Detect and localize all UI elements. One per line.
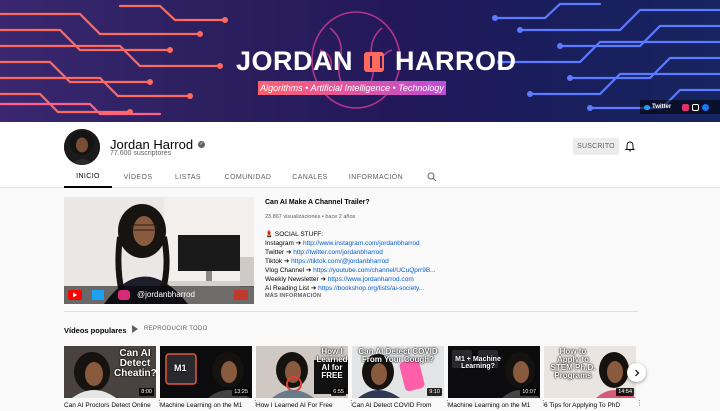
- featured-description-heading: 💄 SOCIAL STUFF:: [265, 230, 485, 238]
- desc-line-label: AI Reading List ➔: [265, 285, 319, 292]
- desc-line-label: Vlog Channel ➔: [265, 267, 314, 274]
- desc-line-instagram: Instagram ➔ http://www.instagram.com/jor…: [265, 239, 485, 247]
- desc-line-label: Weekly Newsletter ➔: [265, 276, 328, 283]
- desc-line-label: Twitter ➔: [265, 249, 294, 256]
- popular-videos-title[interactable]: Vídeos populares: [64, 326, 127, 335]
- play-all-label: REPRODUCIR TODO: [144, 326, 208, 332]
- channel-banner: JORDAN HARROD Algorithms • Artificial In…: [0, 0, 720, 122]
- banner-title-left: JORDAN: [236, 46, 354, 76]
- video-thumbnail[interactable]: Can AI Detect COVID From Your Cough? 9:1…: [352, 346, 444, 398]
- facebook-icon[interactable]: [702, 103, 710, 111]
- banner-title: JORDAN HARROD: [236, 46, 516, 77]
- video-thumbnail[interactable]: M1 + Machine Learning? 10:07: [448, 346, 540, 398]
- video-thumbnail[interactable]: M1 13:25: [160, 346, 252, 398]
- section-divider: [64, 311, 638, 312]
- vlog-channel-link[interactable]: https://youtube.com/channel/UCuQprr9B...: [313, 267, 435, 274]
- tab-inicio[interactable]: INICIO: [64, 166, 112, 188]
- video-thumbnail[interactable]: How I Learned AI for FREE 6:55: [256, 346, 348, 398]
- desc-line-tiktok: Tiktok ➔ https://tiktok.com/@jordanbharr…: [265, 257, 485, 265]
- thumbnail-overlay-text: How I Learned AI for FREE: [316, 347, 348, 380]
- desc-line-newsletter: Weekly Newsletter ➔ https://www.jordanha…: [265, 275, 485, 283]
- subscriber-count: 77.600 suscriptores: [110, 150, 172, 157]
- featured-video-handle: @jordanbharrod: [137, 290, 195, 299]
- video-title[interactable]: How I Learned AI For Free: [256, 402, 346, 409]
- video-title[interactable]: Machine Learning on the M1: [448, 402, 538, 409]
- video-thumbnail[interactable]: Can AI Detect Cheatin? 8:00: [64, 346, 156, 398]
- lipstick-icon: 💄: [265, 231, 274, 238]
- search-icon[interactable]: [427, 172, 437, 182]
- thumbnail-overlay-text: M1 + Machine Learning?: [455, 356, 501, 370]
- banner-title-right: HARROD: [395, 46, 517, 76]
- tiktok-link[interactable]: https://tiktok.com/@jordanbharrod: [291, 258, 389, 265]
- channel-tabs: INICIO VÍDEOS LISTAS COMUNIDAD CANALES I…: [0, 166, 720, 188]
- video-duration: 8:00: [139, 388, 154, 396]
- verified-check-icon: ✓: [198, 141, 206, 148]
- desc-line-label: Instagram ➔: [265, 240, 303, 247]
- video-title[interactable]: 6 Tips for Applying To PhD: [544, 402, 634, 409]
- chevron-right-icon: [634, 369, 639, 376]
- featured-video-player[interactable]: @jordanbharrod: [64, 197, 254, 304]
- subscribe-button[interactable]: SUSCRITO: [573, 138, 619, 155]
- tab-canales[interactable]: CANALES: [285, 166, 335, 188]
- avatar-image: [64, 129, 100, 165]
- play-all-button[interactable]: REPRODUCIR TODO: [132, 325, 208, 333]
- banner-social-links[interactable]: Twitter: [640, 100, 720, 114]
- video-title[interactable]: Can AI Proctors Detect Online: [64, 402, 154, 409]
- featured-video-meta: 23.867 visualizaciones • hace 2 años: [265, 214, 356, 220]
- thumbnail-overlay-text: Can AI Detect COVID From Your Cough?: [358, 347, 438, 364]
- tab-informacion[interactable]: INFORMACIÓN: [346, 166, 406, 188]
- channel-avatar[interactable]: [64, 129, 100, 165]
- more-options-icon[interactable]: ⋮: [636, 400, 643, 411]
- desc-line-label: Tiktok ➔: [265, 258, 292, 265]
- banner-tagline: Algorithms • Artificial Intelligence • T…: [258, 81, 446, 95]
- newsletter-link[interactable]: https://www.jordanharrod.com: [328, 276, 414, 283]
- tab-comunidad[interactable]: COMUNIDAD: [222, 166, 274, 188]
- jh-logo-icon: [364, 52, 385, 72]
- video-duration: 14:54: [616, 388, 634, 396]
- desc-line-vlog: Vlog Channel ➔ https://youtube.com/chann…: [265, 266, 485, 274]
- tab-listas[interactable]: LISTAS: [164, 166, 212, 188]
- desc-line-reading-list: AI Reading List ➔ https://bookshop.org/l…: [265, 284, 485, 292]
- twitter-icon: [644, 104, 650, 110]
- video-title[interactable]: Can AI Detect COVID From: [352, 402, 442, 409]
- video-title[interactable]: Machine Learning on the M1: [160, 402, 250, 409]
- instagram-link[interactable]: http://www.instagram.com/jordanbharrod: [303, 240, 420, 247]
- video-thumbnail[interactable]: How to Apply to STEM Ph.D. Programs 14:5…: [544, 346, 636, 398]
- banner-link-twitter[interactable]: Twitter: [644, 104, 671, 110]
- twitter-link[interactable]: http://twitter.com/jordanbharrod: [293, 249, 383, 256]
- video-duration: 10:07: [520, 388, 538, 396]
- thumbnail-overlay-text: Can AI Detect Cheatin?: [114, 348, 156, 379]
- play-icon: [132, 325, 138, 333]
- desc-line-twitter: Twitter ➔ http://twitter.com/jordanbharr…: [265, 248, 485, 256]
- video-duration: 9:10: [427, 388, 442, 396]
- video-duration: 13:25: [232, 388, 250, 396]
- bell-icon[interactable]: [625, 141, 635, 152]
- video-duration: 6:55: [331, 388, 346, 396]
- more-info-button[interactable]: MÁS INFORMACIÓN: [265, 293, 321, 299]
- tiktok-icon[interactable]: [692, 103, 700, 111]
- next-arrow-button[interactable]: [627, 363, 646, 382]
- reading-list-link[interactable]: https://bookshop.org/lists/ai-society...: [318, 285, 424, 292]
- social-stuff-label: SOCIAL STUFF:: [274, 231, 324, 238]
- banner-link-label: Twitter: [652, 104, 672, 110]
- thumbnail-overlay-text: How to Apply to STEM Ph.D. Programs: [550, 347, 596, 380]
- featured-video-title[interactable]: Can AI Make A Channel Trailer?: [265, 199, 370, 206]
- featured-video-frame: [64, 197, 254, 304]
- instagram-icon[interactable]: [682, 103, 690, 111]
- thumbnail-overlay-text: M1: [174, 363, 187, 373]
- tab-videos[interactable]: VÍDEOS: [114, 166, 162, 188]
